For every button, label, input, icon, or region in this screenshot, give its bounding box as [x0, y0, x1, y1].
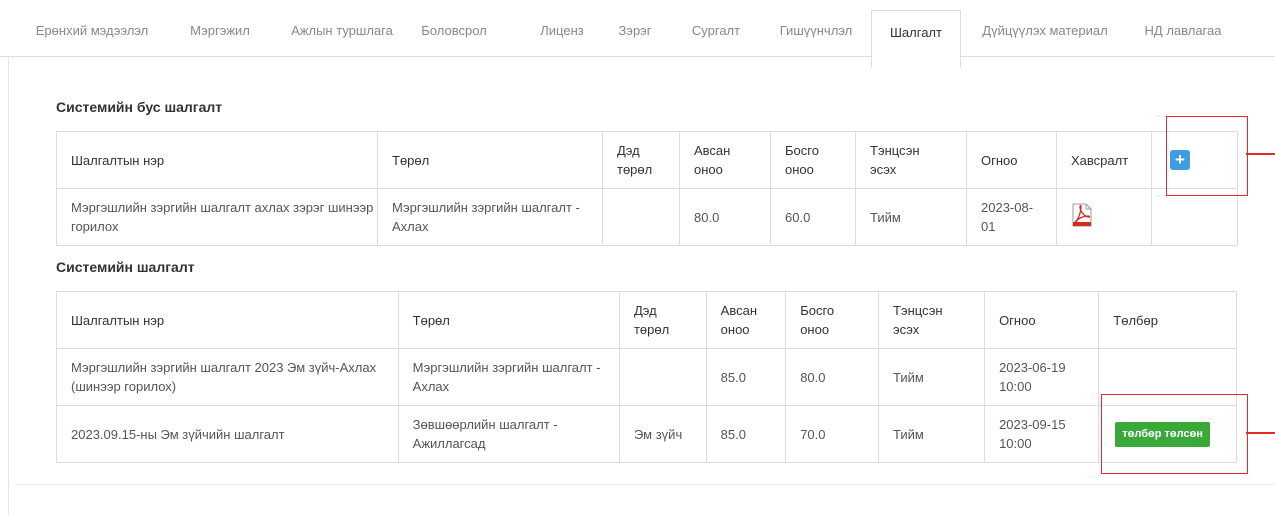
non-system-exam-table: Шалгалтын нэр Төрөл Дэд төрөл Авсан оноо Б… [56, 131, 1238, 246]
tab-profession[interactable]: Мэргэжил [178, 0, 262, 56]
col-header-threshold: Босго оноо [785, 291, 879, 349]
section-title-non-system-exam: Системийн бус шалгалт [56, 99, 223, 115]
table-row: 2023.09.15-ны Эм зүйчийн шалгалт Зөвшөөр… [56, 405, 1237, 463]
cell-date: 2023-09-15 10:00 [984, 405, 1100, 463]
cell-threshold: 60.0 [770, 188, 856, 246]
table-row: Мэргэшлийн зэргийн шалгалт ахлах зэрэг ш… [56, 188, 1238, 246]
tab-training[interactable]: Сургалт [681, 0, 751, 56]
tab-education[interactable]: Боловсрол [412, 0, 496, 56]
table-row: Мэргэшлийн зэргийн шалгалт 2023 Эм зүйч-… [56, 348, 1237, 406]
section-title-system-exam: Системийн шалгалт [56, 259, 195, 275]
tab-general-info[interactable]: Ерөнхий мэдээлэл [22, 0, 162, 56]
cell-passed: Тийм [877, 405, 986, 463]
cell-score: 85.0 [705, 405, 787, 463]
cell-exam-subtype: Эм зүйч [618, 405, 707, 463]
cell-exam-subtype [618, 348, 707, 406]
pdf-icon[interactable] [1071, 203, 1093, 232]
col-header-threshold: Босго оноо [770, 131, 856, 189]
col-header-passed: Тэнцсэн эсэх [855, 131, 967, 189]
cell-score: 85.0 [705, 348, 787, 406]
cell-threshold: 70.0 [785, 405, 879, 463]
cell-passed: Тийм [877, 348, 986, 406]
pointer-line-add [1246, 153, 1275, 155]
table-header-row: Шалгалтын нэр Төрөл Дэд төрөл Авсан оноо Б… [56, 291, 1237, 349]
cell-exam-type: Мэргэшлийн зэргийн шалгалт - Ахлах [377, 188, 603, 246]
cell-exam-name: Мэргэшлийн зэргийн шалгалт 2023 Эм зүйч-… [56, 348, 399, 406]
highlight-box-add [1166, 116, 1248, 196]
col-header-passed: Тэнцсэн эсэх [877, 291, 986, 349]
cell-date: 2023-06-19 10:00 [984, 348, 1100, 406]
col-header-subtype: Дэд төрөл [618, 291, 707, 349]
system-exam-table: Шалгалтын нэр Төрөл Дэд төрөл Авсан оноо Б… [56, 291, 1237, 463]
col-header-subtype: Дэд төрөл [602, 131, 680, 189]
tab-degree[interactable]: Зэрэг [608, 0, 662, 56]
col-header-name: Шалгалтын нэр [56, 291, 399, 349]
cell-exam-type: Зөвшөөрлийн шалгалт - Ажиллагсад [397, 405, 620, 463]
cell-exam-name: Мэргэшлийн зэргийн шалгалт ахлах зэрэг ш… [56, 188, 378, 246]
tab-equivalence-material[interactable]: Дүйцүүлэх материал [972, 0, 1118, 56]
table-header-row: Шалгалтын нэр Төрөл Дэд төрөл Авсан оноо Б… [56, 131, 1238, 189]
cell-empty [1151, 188, 1238, 246]
tab-membership[interactable]: Гишүүнчлэл [768, 0, 864, 56]
cell-exam-subtype [602, 188, 680, 246]
cell-exam-name: 2023.09.15-ны Эм зүйчийн шалгалт [56, 405, 399, 463]
col-header-payment: Төлбөр [1098, 291, 1237, 349]
col-header-name: Шалгалтын нэр [56, 131, 378, 189]
col-header-attachment: Хавсралт [1056, 131, 1152, 189]
col-header-type: Төрөл [377, 131, 603, 189]
tab-social-insurance-ref[interactable]: НД лавлагаа [1124, 0, 1242, 56]
tab-work-experience[interactable]: Ажлын туршлага [280, 0, 404, 56]
tab-license[interactable]: Лиценз [530, 0, 594, 56]
pointer-line-payment [1246, 432, 1275, 434]
cell-date: 2023-08-01 [966, 188, 1057, 246]
cell-threshold: 80.0 [785, 348, 879, 406]
cell-attachment [1056, 188, 1152, 246]
cell-exam-type: Мэргэшлийн зэргийн шалгалт - Ахлах [397, 348, 620, 406]
col-header-score: Авсан оноо [679, 131, 771, 189]
tab-bar: Ерөнхий мэдээлэл Мэргэжил Ажлын туршлага… [0, 0, 1275, 68]
cell-score: 80.0 [679, 188, 771, 246]
cell-passed: Тийм [855, 188, 967, 246]
col-header-date: Огноо [966, 131, 1057, 189]
col-header-type: Төрөл [397, 291, 620, 349]
col-header-score: Авсан оноо [705, 291, 787, 349]
highlight-box-payment [1101, 394, 1248, 474]
col-header-date: Огноо [984, 291, 1100, 349]
panel-divider [14, 484, 1275, 485]
